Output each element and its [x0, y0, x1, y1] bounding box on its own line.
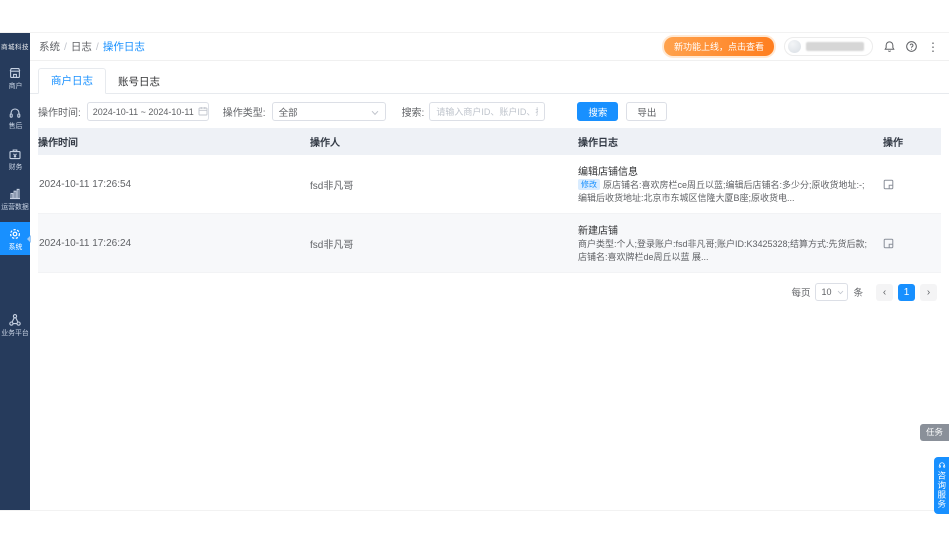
date-range-input[interactable]: 2024-10-11 ~ 2024-10-11 — [87, 102, 209, 121]
sidebar-item-label: 售后 — [8, 123, 22, 131]
time-filter-label: 操作时间: — [38, 104, 81, 119]
finance-icon — [8, 147, 22, 161]
date-range-value: 2024-10-11 ~ 2024-10-11 — [93, 107, 194, 117]
per-page-select[interactable]: 10 — [815, 283, 848, 301]
log-detail-text: 商户类型:个人;登录账户:fsd非凡哥;账户ID:K3425328;结算方式:先… — [578, 238, 869, 264]
breadcrumb-system[interactable]: 系统 — [39, 41, 60, 53]
table-row: 2024-10-11 17:26:24 fsd非凡哥 新建店铺 商户类型:个人;… — [38, 214, 941, 273]
sidebar-item-label: 系统 — [8, 243, 22, 251]
topbar-right: 新功能上线，点击查看 — [664, 37, 939, 56]
per-page-value: 10 — [821, 287, 835, 297]
new-feature-badge[interactable]: 新功能上线，点击查看 — [664, 37, 774, 56]
log-detail-text: 修改原店铺名:喜欢房栏ce周丘以蓝;编辑后店铺名:多少分;原收货地址:-;编辑后… — [578, 179, 869, 205]
type-select-value: 全部 — [279, 105, 371, 119]
bar-chart-icon — [8, 187, 22, 201]
calendar-icon — [198, 103, 208, 121]
search-label: 搜索: — [402, 104, 425, 119]
chevron-down-icon — [837, 287, 844, 298]
sidebar-item-business-platform[interactable]: 业务平台 — [0, 308, 30, 341]
avatar — [788, 40, 801, 53]
log-time: 2024-10-11 17:26:54 — [38, 171, 310, 198]
type-select[interactable]: 全部 — [272, 102, 386, 121]
app-window: 商城科技 商户 售后 — [0, 33, 949, 510]
log-title: 编辑店铺信息 — [578, 163, 869, 178]
per-page-unit: 条 — [853, 285, 863, 299]
notification-bell-icon[interactable] — [883, 40, 896, 53]
user-account-chip[interactable] — [784, 37, 873, 56]
log-operator: fsd非凡哥 — [310, 228, 578, 259]
sidebar-item-aftersale[interactable]: 售后 — [0, 101, 30, 134]
main-area: 系统/日志/操作日志 新功能上线，点击查看 — [30, 33, 949, 510]
log-tabs: 商户日志 账号日志 — [30, 61, 949, 94]
table-header-row: 操作时间 操作人 操作日志 操作 — [38, 128, 941, 155]
top-bar: 系统/日志/操作日志 新功能上线，点击查看 — [30, 33, 949, 61]
log-time: 2024-10-11 17:26:24 — [38, 230, 310, 257]
table-row: 2024-10-11 17:26:54 fsd非凡哥 编辑店铺信息 修改原店铺名… — [38, 155, 941, 214]
log-detail-icon[interactable] — [883, 179, 941, 190]
headset-icon — [8, 106, 22, 120]
sidebar: 商城科技 商户 售后 — [0, 33, 30, 510]
help-icon[interactable] — [905, 40, 918, 53]
sidebar-item-label: 财务 — [8, 163, 22, 171]
user-name-redacted — [806, 42, 864, 51]
more-dots-icon[interactable]: ⋮ — [927, 41, 939, 53]
task-floating-badge[interactable]: 任务 — [920, 424, 949, 441]
search-button[interactable]: 搜索 — [577, 102, 618, 121]
log-content: 新建店铺 商户类型:个人;登录账户:fsd非凡哥;账户ID:K3425328;结… — [578, 214, 883, 272]
breadcrumb-log[interactable]: 日志 — [71, 41, 92, 53]
chevron-down-icon — [371, 103, 379, 121]
per-page-label: 每页 — [791, 285, 810, 299]
col-header-action: 操作 — [883, 128, 941, 155]
col-header-operator: 操作人 — [310, 128, 578, 155]
log-title: 新建店铺 — [578, 222, 869, 237]
headset-icon — [938, 461, 946, 469]
sidebar-item-operations-data[interactable]: 运营数据 — [0, 182, 30, 215]
pagination: 每页 10 条 ‹ 1 › — [30, 273, 949, 301]
storefront-icon — [8, 66, 22, 80]
breadcrumb: 系统/日志/操作日志 — [39, 39, 145, 54]
logo: 商城科技 — [0, 33, 30, 61]
screen: 商城科技 商户 售后 — [0, 0, 949, 548]
next-page-button[interactable]: › — [920, 284, 937, 301]
prev-page-button[interactable]: ‹ — [876, 284, 893, 301]
service-tab-label: 咨询服务 — [937, 471, 946, 509]
gear-icon — [8, 227, 22, 241]
network-icon — [8, 313, 22, 327]
header-tools: ⋮ — [883, 40, 939, 53]
service-floating-tab[interactable]: 咨询服务 — [934, 457, 949, 514]
sidebar-item-system[interactable]: 系统 — [0, 222, 30, 255]
search-group: 搜索: — [402, 102, 546, 121]
sidebar-item-label: 商户 — [8, 82, 22, 90]
col-header-log: 操作日志 — [578, 128, 883, 155]
sidebar-item-label: 运营数据 — [1, 203, 29, 211]
page-number-1[interactable]: 1 — [898, 284, 915, 301]
log-operator: fsd非凡哥 — [310, 169, 578, 200]
type-filter-label: 操作类型: — [223, 104, 266, 119]
log-type-badge: 修改 — [578, 179, 600, 190]
tab-account-log[interactable]: 账号日志 — [106, 70, 172, 94]
filter-bar: 操作时间: 2024-10-11 ~ 2024-10-11 操作类型: 全部 — [30, 94, 949, 128]
search-input[interactable] — [429, 102, 545, 121]
sidebar-item-finance[interactable]: 财务 — [0, 142, 30, 175]
sidebar-item-label: 业务平台 — [1, 330, 29, 338]
sidebar-item-merchant[interactable]: 商户 — [0, 61, 30, 94]
export-button[interactable]: 导出 — [626, 102, 667, 121]
breadcrumb-operation-log: 操作日志 — [103, 41, 145, 53]
col-header-time: 操作时间 — [38, 128, 310, 155]
log-table: 操作时间 操作人 操作日志 操作 2024-10-11 17:26:54 fsd… — [38, 128, 941, 273]
log-detail-icon[interactable] — [883, 238, 941, 249]
log-content: 编辑店铺信息 修改原店铺名:喜欢房栏ce周丘以蓝;编辑后店铺名:多少分;原收货地… — [578, 155, 883, 213]
tab-merchant-log[interactable]: 商户日志 — [38, 68, 106, 94]
